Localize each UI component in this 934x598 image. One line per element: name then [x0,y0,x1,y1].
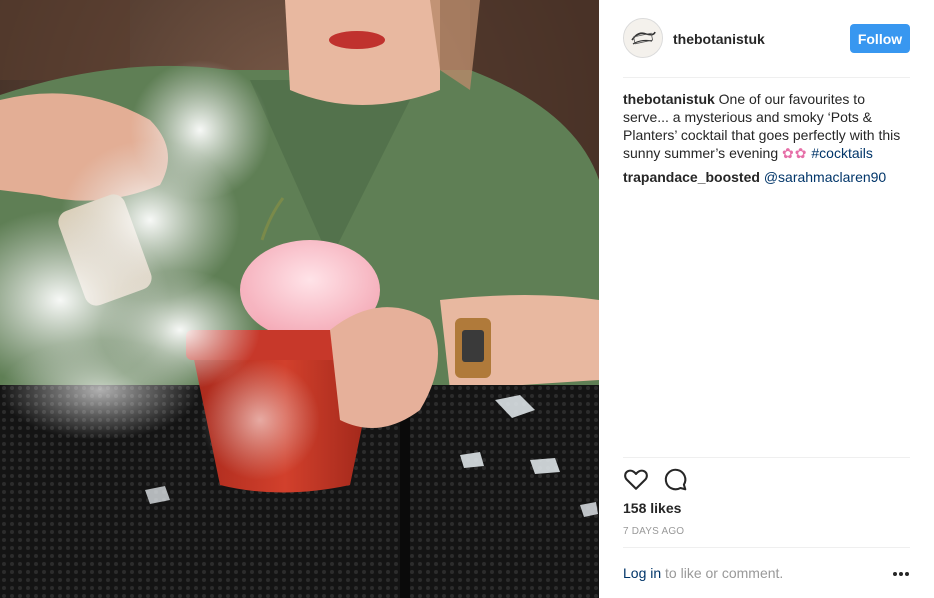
hashtag-link[interactable]: #cocktails [811,145,872,161]
footer-divider [623,547,910,548]
post-photo[interactable] [0,0,599,598]
cocktail-photo-illustration [0,0,599,598]
caption-username[interactable]: thebotanistuk [623,91,715,107]
post-timestamp[interactable]: 7 DAYS AGO [623,526,684,537]
post-sidebar: thebotanistuk Follow thebotanistuk One o… [599,0,934,598]
login-link[interactable]: Log in [623,565,661,581]
comment-username[interactable]: trapandace_boosted [623,169,760,185]
post-header: thebotanistuk Follow [623,18,910,60]
actions-divider [623,457,910,458]
login-prompt: Log in to like or comment. [623,565,910,585]
header-divider [623,77,910,78]
comment-icon[interactable] [662,466,688,492]
botanist-logo-icon [624,19,662,57]
caption: thebotanistuk One of our favourites to s… [623,90,914,162]
instagram-post: thebotanistuk Follow thebotanistuk One o… [0,0,934,598]
flower-emoji-icon: ✿✿ [782,145,808,161]
follow-button[interactable]: Follow [850,24,910,53]
comment-item: trapandace_boosted @sarahmaclaren90 [623,168,914,186]
comments-list: thebotanistuk One of our favourites to s… [623,90,914,192]
more-options-icon[interactable] [892,567,910,579]
mention-link[interactable]: @sarahmaclaren90 [764,169,886,185]
header-username[interactable]: thebotanistuk [673,31,765,47]
action-bar [623,466,910,494]
login-prompt-text: to like or comment. [661,565,784,581]
like-count[interactable]: 158 likes [623,500,681,516]
heart-icon[interactable] [623,466,649,492]
profile-avatar[interactable] [623,18,663,58]
